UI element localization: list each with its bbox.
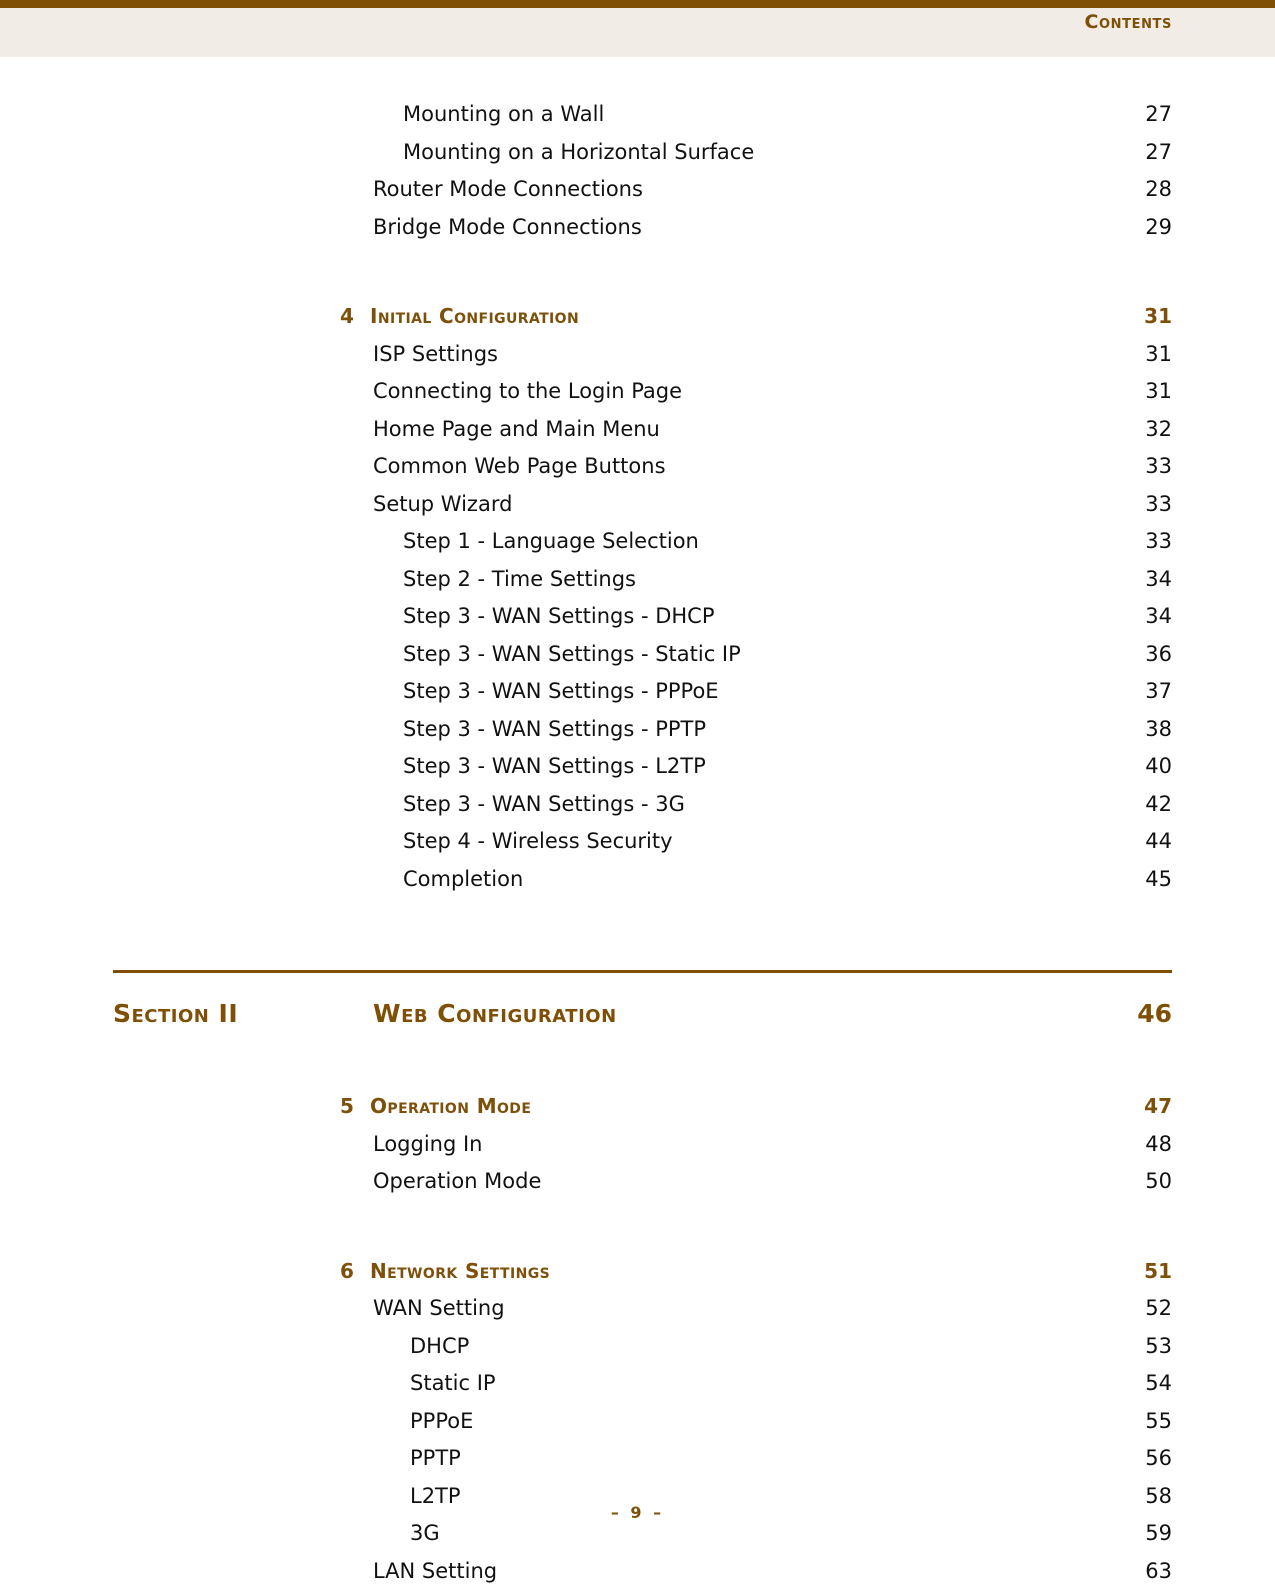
toc-entry[interactable]: LAN Setting 63 xyxy=(0,1553,1275,1590)
toc-entry[interactable]: Step 3 - WAN Settings - 3G 42 xyxy=(0,786,1275,824)
page-header: Contents xyxy=(0,0,1275,57)
toc-entry[interactable]: Step 1 - Language Selection 33 xyxy=(0,523,1275,561)
page-footer-number: – 9 – xyxy=(0,1503,1275,1522)
toc-entry-page: 45 xyxy=(0,861,1172,899)
toc-entry-page: 53 xyxy=(0,1328,1172,1366)
chapter-page: 51 xyxy=(0,1253,1172,1291)
toc-group-chapter-6: WAN Setting 52 DHCP 53 Static IP 54 PPPo… xyxy=(0,1290,1275,1590)
toc-entry-page: 32 xyxy=(0,411,1172,449)
toc-group-chapter-4: ISP Settings 31 Connecting to the Login … xyxy=(0,336,1275,899)
toc-entry-page: 56 xyxy=(0,1440,1172,1478)
toc-entry[interactable]: PPPoE 55 xyxy=(0,1403,1275,1441)
toc-entry[interactable]: Mounting on a Wall 27 xyxy=(0,96,1275,134)
toc-entry-page: 55 xyxy=(0,1403,1172,1441)
toc-entry[interactable]: Bridge Mode Connections 29 xyxy=(0,209,1275,247)
toc-section-divider-2: Section II Web Configuration 46 xyxy=(0,970,1275,1036)
toc-entry[interactable]: Operation Mode 50 xyxy=(0,1163,1275,1201)
toc-entry[interactable]: Step 3 - WAN Settings - PPTP 38 xyxy=(0,711,1275,749)
toc-entry[interactable]: Step 2 - Time Settings 34 xyxy=(0,561,1275,599)
toc-entry-page: 40 xyxy=(0,748,1172,786)
toc-entry-page: 33 xyxy=(0,486,1172,524)
section-page: 46 xyxy=(0,992,1172,1036)
table-of-contents: Mounting on a Wall 27 Mounting on a Hori… xyxy=(0,96,1275,1590)
toc-entry-page: 31 xyxy=(0,336,1172,374)
toc-entry[interactable]: Connecting to the Login Page 31 xyxy=(0,373,1275,411)
toc-entry[interactable]: DHCP 53 xyxy=(0,1328,1275,1366)
chapter-page: 47 xyxy=(0,1088,1172,1126)
toc-entry[interactable]: Home Page and Main Menu 32 xyxy=(0,411,1275,449)
toc-entry-page: 37 xyxy=(0,673,1172,711)
toc-entry-page: 38 xyxy=(0,711,1172,749)
toc-entry[interactable]: PPTP 56 xyxy=(0,1440,1275,1478)
toc-entry-page: 28 xyxy=(0,171,1172,209)
toc-entry[interactable]: Common Web Page Buttons 33 xyxy=(0,448,1275,486)
toc-entry[interactable]: Step 3 - WAN Settings - L2TP 40 xyxy=(0,748,1275,786)
toc-entry-page: 50 xyxy=(0,1163,1172,1201)
toc-entry[interactable]: Completion 45 xyxy=(0,861,1275,899)
header-top-rule xyxy=(0,0,1275,8)
toc-entry-page: 27 xyxy=(0,96,1172,134)
toc-entry[interactable]: Step 3 - WAN Settings - PPPoE 37 xyxy=(0,673,1275,711)
toc-entry-page: 33 xyxy=(0,448,1172,486)
toc-entry-page: 33 xyxy=(0,523,1172,561)
toc-entry-page: 29 xyxy=(0,209,1172,247)
toc-entry[interactable]: Step 4 - Wireless Security 44 xyxy=(0,823,1275,861)
toc-entry-page: 34 xyxy=(0,561,1172,599)
toc-entry[interactable]: ISP Settings 31 xyxy=(0,336,1275,374)
toc-entry[interactable]: Setup Wizard 33 xyxy=(0,486,1275,524)
toc-entry[interactable]: Mounting on a Horizontal Surface 27 xyxy=(0,134,1275,172)
toc-entry[interactable]: WAN Setting 52 xyxy=(0,1290,1275,1328)
chapter-page: 31 xyxy=(0,298,1172,336)
toc-chapter-heading-6[interactable]: 6 Network Settings 51 xyxy=(0,1253,1275,1291)
toc-entry-page: 27 xyxy=(0,134,1172,172)
toc-entry[interactable]: Router Mode Connections 28 xyxy=(0,171,1275,209)
toc-chapter-heading-5[interactable]: 5 Operation Mode 47 xyxy=(0,1088,1275,1126)
toc-entry-page: 52 xyxy=(0,1290,1172,1328)
toc-entry[interactable]: Step 3 - WAN Settings - Static IP 36 xyxy=(0,636,1275,674)
toc-entry-page: 54 xyxy=(0,1365,1172,1403)
toc-group-chapter-5: Logging In 48 Operation Mode 50 xyxy=(0,1126,1275,1201)
toc-entry[interactable]: Static IP 54 xyxy=(0,1365,1275,1403)
toc-entry-page: 44 xyxy=(0,823,1172,861)
toc-section-heading[interactable]: Section II Web Configuration 46 xyxy=(0,970,1275,1036)
toc-entry-page: 31 xyxy=(0,373,1172,411)
toc-entry[interactable]: Logging In 48 xyxy=(0,1126,1275,1164)
toc-chapter-heading-4[interactable]: 4 Initial Configuration 31 xyxy=(0,298,1275,336)
toc-group-continued: Mounting on a Wall 27 Mounting on a Hori… xyxy=(0,96,1275,246)
page-title: Contents xyxy=(0,8,1172,36)
toc-entry-page: 48 xyxy=(0,1126,1172,1164)
toc-entry-page: 63 xyxy=(0,1553,1172,1590)
toc-entry-page: 36 xyxy=(0,636,1172,674)
toc-entry-page: 34 xyxy=(0,598,1172,636)
toc-entry[interactable]: Step 3 - WAN Settings - DHCP 34 xyxy=(0,598,1275,636)
toc-entry-page: 42 xyxy=(0,786,1172,824)
